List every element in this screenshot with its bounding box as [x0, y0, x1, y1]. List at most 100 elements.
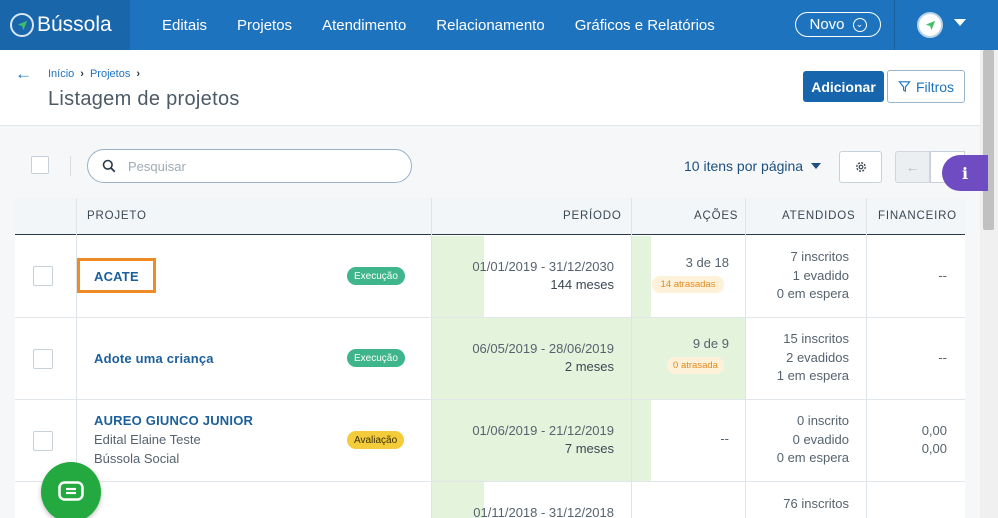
header-periodo[interactable]: PERÍODO: [563, 210, 622, 222]
project-edital: Edital Elaine Teste: [94, 432, 201, 447]
search-box[interactable]: [87, 149, 412, 183]
breadcrumb-separator-icon: ›: [80, 68, 84, 80]
row-checkbox[interactable]: [33, 266, 53, 286]
table-row[interactable]: ACATE Execução 01/01/2019 - 31/12/2030 1…: [15, 236, 965, 318]
chevron-down-icon: ⌄: [852, 17, 867, 32]
chat-button[interactable]: [41, 462, 101, 518]
search-input[interactable]: [128, 158, 388, 174]
project-name-link[interactable]: AUREO GIUNCO JUNIOR: [94, 413, 253, 428]
user-menu-caret-icon[interactable]: [954, 19, 966, 26]
breadcrumb-projetos[interactable]: Projetos: [90, 68, 130, 80]
period-dates: 01/01/2019 - 31/12/2030: [472, 259, 614, 274]
compass-icon: [10, 13, 34, 37]
inscritos: 7 inscritos: [790, 249, 849, 264]
nav-item-relacionamento[interactable]: Relacionamento: [421, 0, 559, 50]
financeiro-cell: --: [938, 350, 947, 365]
espera: 0 em espera: [776, 450, 849, 465]
info-button[interactable]: i: [942, 155, 988, 191]
brand-name: Bússola: [37, 13, 112, 36]
table-row[interactable]: 01/11/2018 - 31/12/2018 76 inscritos: [15, 482, 965, 518]
espera: 1 em espera: [776, 368, 849, 383]
acoes-count: --: [720, 431, 729, 446]
acoes-count: 9 de 9: [692, 336, 729, 351]
status-badge: Execução: [347, 267, 405, 285]
row-checkbox[interactable]: [33, 431, 53, 451]
project-name-link[interactable]: Adote uma criança: [94, 351, 214, 366]
arrow-left-icon: ←: [905, 159, 920, 175]
period-months: 144 meses: [550, 277, 614, 292]
nav-item-editais[interactable]: Editais: [130, 0, 222, 50]
header-projeto[interactable]: PROJETO: [87, 210, 147, 222]
nav-item-graficos-relatorios[interactable]: Gráficos e Relatórios: [560, 0, 730, 50]
inscritos: 0 inscrito: [796, 413, 849, 428]
page-header: ← Início › Projetos › Listagem de projet…: [0, 50, 980, 126]
late-badge: 0 atrasada: [667, 357, 724, 374]
atendidos-cell: 15 inscritos 2 evadidos 1 em espera: [750, 330, 849, 386]
per-page-select[interactable]: 10 itens por página: [684, 158, 822, 174]
financeiro-value: 0,00: [921, 441, 947, 456]
search-icon: [102, 159, 116, 173]
late-badge: 14 atrasadas: [652, 276, 724, 293]
compass-icon: [925, 20, 935, 30]
nav-item-atendimento[interactable]: Atendimento: [307, 0, 421, 50]
period-months: 7 meses: [564, 441, 614, 456]
financeiro-cell: --: [938, 268, 947, 283]
evadidos: 0 evadido: [792, 431, 849, 447]
breadcrumb: Início › Projetos ›: [48, 68, 140, 80]
atendidos-cell: 7 inscritos 1 evadido 0 em espera: [750, 248, 849, 304]
evadidos: 2 evadidos: [786, 349, 849, 365]
select-all-checkbox[interactable]: [31, 156, 49, 174]
gear-icon: [855, 162, 866, 172]
column-settings-button[interactable]: [839, 151, 882, 183]
filter-label: Filtros: [915, 78, 955, 95]
status-badge: Avaliação: [347, 431, 405, 449]
evadidos: 1 evadido: [792, 267, 849, 283]
inscritos: 15 inscritos: [783, 331, 849, 346]
period-dates: 01/06/2019 - 21/12/2019: [472, 423, 614, 438]
per-page-label: 10 itens por página: [684, 158, 804, 174]
nav-divider: [894, 0, 895, 50]
header-acoes[interactable]: AÇÕES: [694, 210, 738, 222]
toolbar-divider: [70, 156, 71, 176]
period-dates: 01/11/2018 - 31/12/2018: [473, 505, 614, 518]
content-panel: 10 itens por página ← i PROJETO PERÍODO …: [0, 126, 988, 518]
table-row[interactable]: Adote uma criança Execução 06/05/2019 - …: [15, 318, 965, 400]
period-months: 2 meses: [564, 359, 614, 374]
header-atendidos[interactable]: ATENDIDOS: [782, 210, 855, 222]
table-row[interactable]: AUREO GIUNCO JUNIOR Edital Elaine Teste …: [15, 400, 965, 482]
filter-icon: [898, 81, 911, 93]
period-cell: 06/05/2019 - 28/06/2019 2 meses: [432, 340, 614, 376]
novo-dropdown-button[interactable]: Novo ⌄: [795, 12, 881, 37]
main-nav: Editais Projetos Atendimento Relacioname…: [130, 0, 730, 50]
add-button[interactable]: Adicionar: [803, 71, 884, 102]
period-cell: 01/06/2019 - 21/12/2019 7 meses: [432, 422, 614, 458]
page-scrollbar[interactable]: [980, 50, 998, 518]
espera: 0 em espera: [776, 286, 849, 301]
nav-item-projetos[interactable]: Projetos: [222, 0, 307, 50]
atendidos-cell: 0 inscrito 0 evadido 0 em espera: [750, 412, 849, 468]
projects-table: PROJETO PERÍODO AÇÕES ATENDIDOS FINANCEI…: [15, 198, 965, 518]
breadcrumb-separator-icon: ›: [136, 68, 140, 80]
acoes-count: 3 de 18: [685, 255, 729, 270]
header-financeiro[interactable]: FINANCEIRO: [878, 210, 957, 222]
chat-bubble-icon: [58, 481, 84, 501]
scrollbar-thumb[interactable]: [983, 50, 994, 230]
page-title: Listagem de projetos: [48, 88, 240, 110]
inscritos: 76 inscritos: [783, 496, 849, 511]
atendidos-cell: 76 inscritos: [750, 495, 849, 514]
breadcrumb-inicio[interactable]: Início: [48, 68, 74, 80]
caret-down-icon: [811, 163, 822, 169]
financeiro-value: 0,00: [921, 423, 947, 438]
novo-label: Novo: [809, 16, 845, 33]
row-checkbox[interactable]: [33, 349, 53, 369]
project-name-link[interactable]: ACATE: [94, 269, 139, 284]
period-cell: 01/11/2018 - 31/12/2018: [432, 504, 614, 518]
financeiro-cell: 0,00 0,00: [870, 422, 947, 458]
filter-button[interactable]: Filtros: [887, 70, 965, 103]
back-arrow-icon[interactable]: ←: [15, 64, 32, 84]
period-cell: 01/01/2019 - 31/12/2030 144 meses: [432, 258, 614, 294]
brand-logo[interactable]: Bússola: [0, 0, 130, 50]
prev-page-button[interactable]: ←: [895, 151, 930, 183]
period-dates: 06/05/2019 - 28/06/2019: [472, 341, 614, 356]
user-avatar[interactable]: [917, 12, 943, 38]
